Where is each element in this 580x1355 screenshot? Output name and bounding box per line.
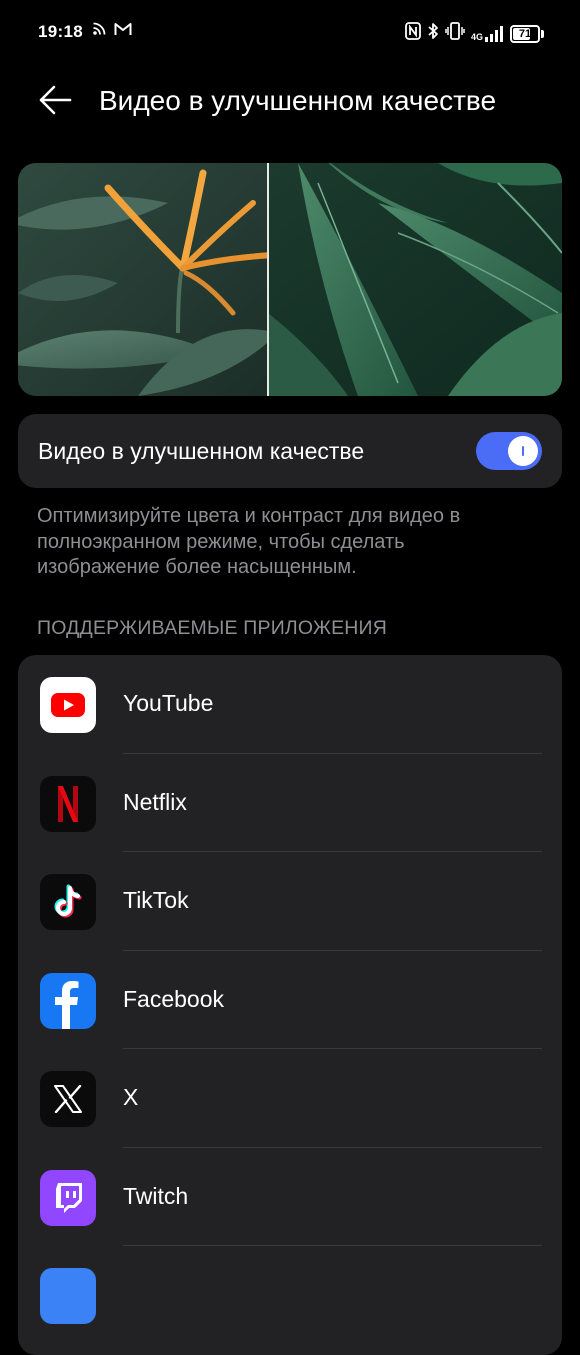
status-right-icons: 4G 71 (405, 22, 544, 45)
status-left-icons (92, 22, 132, 41)
status-time: 19:18 (38, 22, 83, 41)
enhanced-video-switch[interactable] (476, 432, 542, 470)
arrow-left-icon (38, 85, 72, 120)
app-name: Facebook (123, 985, 225, 1012)
app-name: Twitch (123, 1182, 189, 1209)
enhanced-video-label: Видео в улучшенном качестве (38, 438, 365, 464)
header: Видео в улучшенном качестве (0, 70, 580, 136)
network-label: 4G (470, 31, 483, 42)
battery-icon: 71 (510, 24, 544, 43)
switch-knob (508, 436, 538, 466)
app-item-x[interactable]: X (18, 1049, 562, 1148)
feature-description: Оптимизируйте цвета и контраст для видео… (37, 505, 461, 578)
app-name: YouTube (123, 690, 214, 716)
app-item-twitch[interactable]: Twitch (18, 1148, 562, 1246)
app-item-partial[interactable] (18, 1246, 562, 1345)
gmail-icon (114, 22, 132, 41)
bluetooth-icon (427, 22, 439, 45)
app-icon-partial (40, 1268, 96, 1324)
netflix-icon (40, 775, 96, 832)
app-name: X (123, 1084, 139, 1110)
battery-level: 71 (518, 27, 532, 40)
app-item-youtube[interactable]: YouTube (18, 655, 562, 754)
app-name: Netflix (123, 788, 187, 815)
facebook-icon (40, 972, 96, 1029)
nfc-icon (405, 22, 421, 45)
supported-apps-list: YouTube Netflix TikTok Facebook X Twitch (18, 655, 562, 1355)
back-button[interactable] (30, 82, 80, 122)
before-after-preview (18, 163, 562, 396)
status-bar: 19:18 4G 71 (0, 0, 580, 66)
page-title: Видео в улучшенном качестве (99, 85, 497, 116)
app-item-netflix[interactable]: Netflix (18, 754, 562, 852)
x-icon (40, 1071, 96, 1127)
enhanced-video-toggle-card: Видео в улучшенном качестве (18, 414, 562, 488)
app-item-tiktok[interactable]: TikTok (18, 852, 562, 951)
app-name: TikTok (123, 887, 189, 913)
supported-apps-header: ПОДДЕРЖИВАЕМЫЕ ПРИЛОЖЕНИЯ (37, 617, 388, 639)
rss-feed-icon (92, 22, 106, 41)
tiktok-icon (40, 874, 96, 930)
signal-icon: 4G (470, 25, 504, 42)
youtube-icon (40, 677, 96, 733)
app-item-facebook[interactable]: Facebook (18, 951, 562, 1049)
twitch-icon (40, 1169, 96, 1226)
vibrate-icon (445, 22, 465, 45)
